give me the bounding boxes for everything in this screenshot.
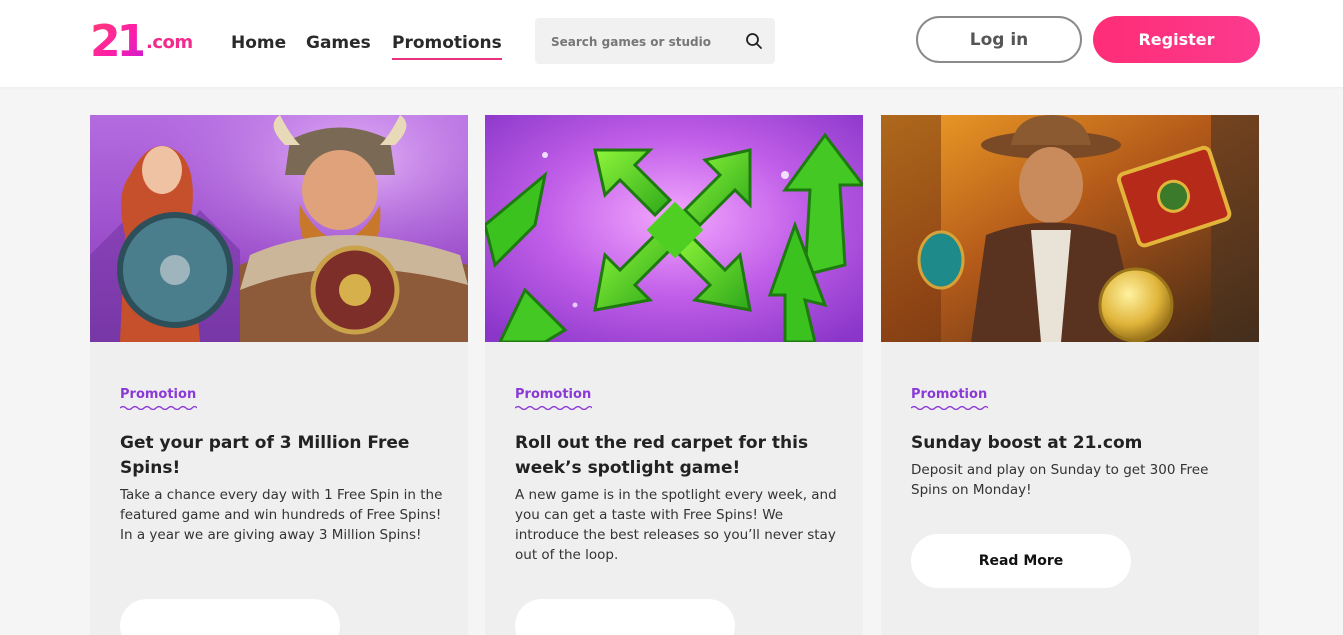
search-input[interactable] [549,30,733,54]
promo-title: Roll out the red carpet for this week’s … [515,433,809,478]
promo-image-arrows[interactable] [485,115,863,342]
promo-card: Promotion Sunday boost at 21.com Deposit… [881,115,1259,635]
search-icon[interactable] [745,32,763,50]
promo-tag[interactable]: Promotion [515,387,591,403]
promo-tag[interactable]: Promotion [911,387,987,403]
promo-image-explorer[interactable] [881,115,1259,342]
promo-title: Get your part of 3 Million Free Spins! [120,433,410,478]
promo-description: A new game is in the spotlight every wee… [515,487,837,563]
promo-card: Promotion Roll out the red carpet for th… [485,115,863,635]
logo-domain: .com [146,32,193,53]
nav-home[interactable]: Home [231,32,286,54]
promo-card: Promotion Get your part of 3 Million Fre… [90,115,468,635]
promo-title: Sunday boost at 21.com [911,433,1143,453]
register-button[interactable]: Register [1093,16,1260,63]
promo-description: Take a chance every day with 1 Free Spin… [120,487,443,543]
promo-tag[interactable]: Promotion [120,387,196,403]
login-button[interactable]: Log in [916,16,1082,63]
nav-games[interactable]: Games [306,32,371,54]
read-more-button[interactable] [515,599,735,635]
site-header: 21 .com Home Games Promotions Log in Reg… [0,0,1343,87]
tag-underline [911,405,988,410]
promo-image-vikings[interactable] [90,115,468,342]
promo-description: Deposit and play on Sunday to get 300 Fr… [911,462,1209,498]
read-more-button[interactable] [120,599,340,635]
site-logo[interactable]: 21 .com [90,18,195,70]
nav-promotions[interactable]: Promotions [392,32,502,60]
read-more-button[interactable]: Read More [911,534,1131,588]
tag-underline [515,405,592,410]
tag-underline [120,405,197,410]
search-box [535,18,775,64]
logo-number: 21 [90,16,147,67]
